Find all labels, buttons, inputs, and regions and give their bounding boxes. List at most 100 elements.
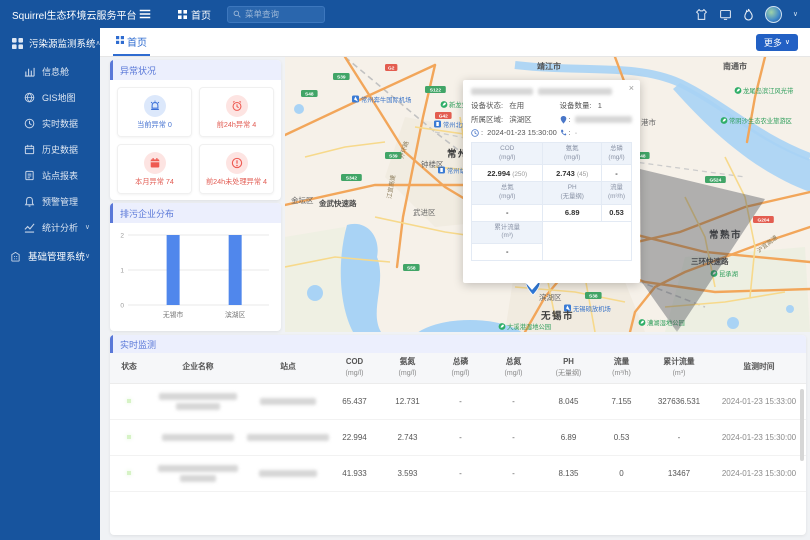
bar-chart: 210无锡市滨湖区: [110, 223, 281, 331]
app-logo: Squirrel生态环境云服务平台: [0, 7, 132, 22]
map-label: 昆承湖: [719, 269, 738, 278]
tp-value: -: [434, 455, 487, 491]
map-label: 常州奔牛国际机场: [361, 95, 411, 104]
abnormal-card-label: 本月异常 74: [135, 177, 174, 187]
map-label: 靖江市: [537, 61, 561, 71]
sidebar-item-realtime[interactable]: 实时数据: [0, 110, 100, 136]
map-info-popup: × 设备状态: 在用 设备数量: 1 所属区域: 滨湖区 : : 2024-01…: [463, 80, 640, 283]
device-status-value: 在用: [509, 100, 524, 111]
more-button[interactable]: 更多∨: [756, 34, 798, 51]
map-label: 南通市: [723, 61, 747, 71]
map-label: 钟楼区: [421, 159, 444, 169]
total-flow-value: 327636.531: [646, 383, 712, 419]
map-canvas[interactable]: S39G2S48S122G42S39G2S342S58S19G524G204S3…: [285, 57, 810, 332]
svg-text:S48: S48: [305, 91, 314, 97]
table-scrollbar[interactable]: [800, 389, 804, 461]
table-row[interactable]: 41.9333.593--8.1350134672024-01-23 15:30…: [110, 455, 806, 491]
apps-icon: [12, 38, 23, 49]
column-header: 企业名称: [148, 353, 248, 383]
phone-value: ·: [575, 128, 578, 137]
exclaim-icon: [226, 152, 248, 174]
map-label: 常阴沙生态农业旅游区: [729, 116, 792, 125]
abnormal-card-1[interactable]: 前24h异常 4: [199, 87, 274, 137]
sidebar-item-gis[interactable]: GIS地图: [0, 84, 100, 110]
metric-value: 22.994 (250): [472, 165, 543, 182]
svg-text:0: 0: [120, 303, 124, 310]
ph-value: 8.135: [540, 455, 597, 491]
building-icon: [10, 251, 21, 262]
metric-value: -: [472, 204, 543, 221]
cod-value: 22.994: [328, 419, 381, 455]
abnormal-grid: 当前异常 0 前24h异常 4 本月异常 74 前24h未处理异常 4: [110, 80, 281, 200]
svg-text:无锡市: 无锡市: [163, 310, 184, 319]
clock-icon: [471, 129, 479, 137]
svg-text:S39: S39: [337, 74, 346, 80]
sidebar-item-warning[interactable]: 预警管理: [0, 188, 100, 214]
map-label: 港市: [641, 117, 656, 127]
sidebar-group-pollution-monitor[interactable]: 污染源监测系统 ∧: [0, 28, 100, 58]
enterprise-name-redacted: [148, 419, 248, 455]
sidebar-item-label: 历史数据: [42, 143, 78, 156]
tab-bar: 首页 更多∨: [100, 28, 810, 57]
metric-value: -: [472, 243, 543, 260]
tab-home-label: 首页: [127, 34, 147, 49]
map-label: 外环路: [397, 140, 410, 160]
siren-icon: [144, 95, 166, 117]
sidebar-item-label: 基础管理系统: [28, 249, 85, 263]
metric-header: 累计流量(m³): [472, 221, 543, 243]
svg-text:1: 1: [120, 268, 124, 275]
grid-icon: [178, 10, 187, 19]
sidebar-group-label: 污染源监测系统: [29, 36, 96, 50]
site-name-redacted: [248, 383, 328, 419]
abnormal-card-label: 当前异常 0: [137, 120, 172, 130]
clock-icon: [24, 118, 35, 129]
flame-icon[interactable]: [743, 8, 754, 21]
metric-header: PH(无量纲): [543, 182, 602, 204]
map-label: 三环快速路: [691, 256, 729, 266]
fullscreen-icon[interactable]: [719, 8, 732, 21]
metric-header: 总磷(mg/l): [601, 143, 631, 165]
sidebar-item-base-system[interactable]: 基础管理系统∨: [0, 243, 100, 269]
cod-value: 41.933: [328, 455, 381, 491]
metric-value: 0.53: [601, 204, 631, 221]
abnormal-card-3[interactable]: 前24h未处理异常 4: [199, 144, 274, 194]
table-row[interactable]: 65.43712.731--8.0457.155327636.5312024-0…: [110, 383, 806, 419]
realtime-table: 状态企业名称站点COD(mg/l)氨氮(mg/l)总磷(mg/l)总氮(mg/l…: [110, 353, 806, 492]
abnormal-panel-title: 异常状况: [110, 60, 281, 80]
table-row[interactable]: 22.9942.743--6.890.53-2024-01-23 15:30:0…: [110, 419, 806, 455]
breadcrumb[interactable]: 首页: [178, 7, 211, 22]
chevron-down-icon: ∨: [785, 38, 790, 46]
sidebar-item-info[interactable]: 信息舱: [0, 58, 100, 84]
abnormal-card-0[interactable]: 当前异常 0: [117, 87, 192, 137]
map-label: 金武快速路: [318, 198, 357, 208]
total-flow-value: -: [646, 419, 712, 455]
search-input[interactable]: 菜单查询: [227, 6, 325, 23]
sidebar-item-history[interactable]: 历史数据: [0, 136, 100, 162]
cod-value: 65.437: [328, 383, 381, 419]
chevron-down-icon[interactable]: ∨: [793, 10, 798, 18]
svg-text:G204: G204: [758, 217, 770, 223]
close-icon[interactable]: ×: [629, 84, 634, 93]
ph-value: 8.045: [540, 383, 597, 419]
sidebar-item-report[interactable]: 站点报表: [0, 162, 100, 188]
svg-text:S38: S38: [589, 293, 598, 299]
abnormal-card-2[interactable]: 本月异常 74: [117, 144, 192, 194]
tp-value: -: [434, 419, 487, 455]
popup-title-redacted: [471, 88, 632, 95]
theme-shirt-icon[interactable]: [695, 8, 708, 21]
popup-time-value: 2024-01-23 15:30:00: [487, 128, 557, 137]
hamburger-menu-icon[interactable]: [138, 7, 152, 21]
site-name-redacted: [248, 455, 328, 491]
svg-text:G42: G42: [439, 113, 448, 119]
svg-text:滨湖区: 滨湖区: [225, 310, 246, 319]
realtime-monitor-panel: 实时监测 状态企业名称站点COD(mg/l)氨氮(mg/l)总磷(mg/l)总氮…: [110, 335, 806, 535]
column-header: COD(mg/l): [328, 353, 381, 383]
alarm-icon: [24, 196, 35, 207]
metric-header: COD(mg/l): [472, 143, 543, 165]
tn-value: -: [487, 383, 540, 419]
sidebar-item-stats[interactable]: 统计分析∨: [0, 214, 100, 240]
user-avatar[interactable]: [765, 6, 782, 23]
tab-home[interactable]: 首页: [113, 28, 150, 56]
sidebar-item-label: 预警管理: [42, 195, 78, 208]
map-label: 无锡市: [540, 310, 574, 322]
